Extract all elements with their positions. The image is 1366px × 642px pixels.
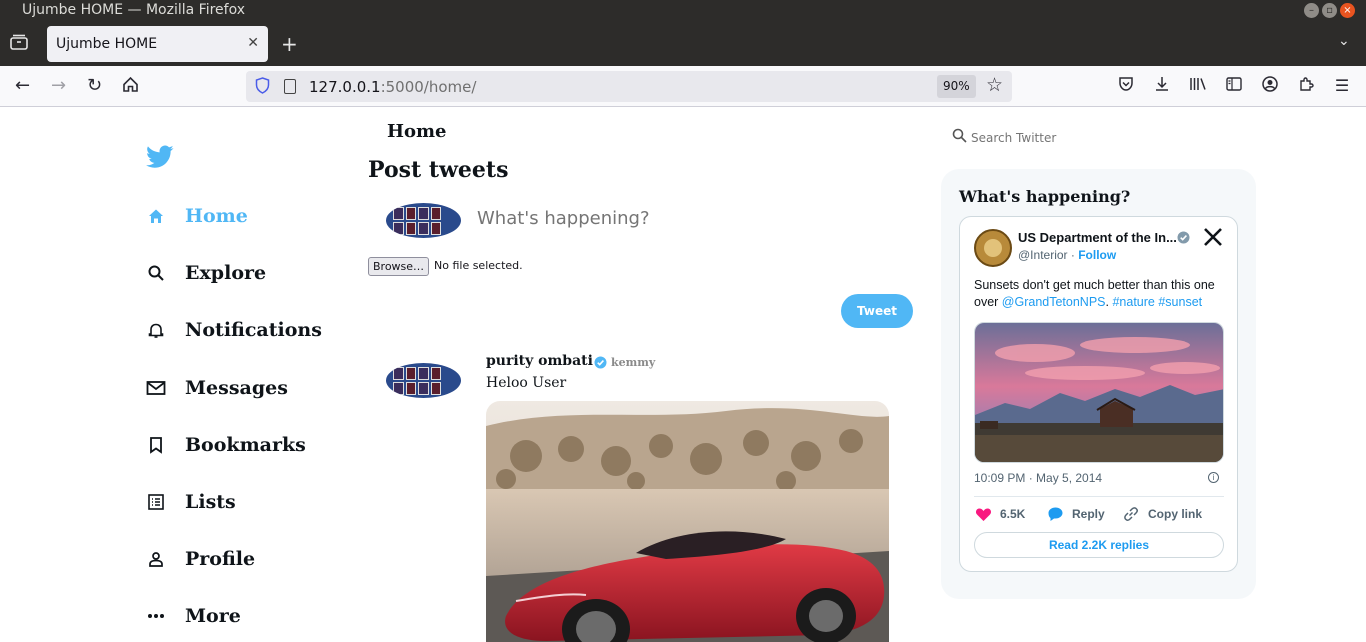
maximize-button[interactable]: ▫	[1322, 3, 1337, 18]
reply-bubble-icon	[1046, 505, 1064, 523]
home-button-icon[interactable]	[122, 76, 139, 98]
info-icon[interactable]: i	[1208, 472, 1219, 483]
sidebar-item-lists[interactable]: Lists	[145, 487, 236, 517]
search-box[interactable]	[952, 128, 1131, 147]
widget-title: What's happening?	[959, 187, 1131, 206]
person-icon	[145, 548, 167, 570]
home-icon	[145, 205, 167, 227]
embed-author-handle: @Interior · Follow	[1018, 248, 1117, 262]
search-icon	[952, 128, 967, 147]
post-author-name[interactable]: purity ombati	[486, 353, 593, 369]
embed-photo[interactable]	[974, 322, 1224, 463]
file-browse-button[interactable]: Browse…	[368, 257, 430, 276]
sidebar-item-label: Bookmarks	[185, 434, 306, 456]
window-titlebar: Ujumbe HOME — Mozilla Firefox – ▫ ×	[0, 0, 1366, 21]
reload-icon[interactable]: ↻	[87, 76, 102, 96]
page-content: Home Explore Notifications Messages Book…	[0, 107, 1366, 642]
post-avatar[interactable]	[386, 363, 461, 398]
like-count: 6.5K	[1000, 507, 1026, 521]
search-input[interactable]	[971, 130, 1131, 145]
trends-widget: What's happening? US Department of the I…	[941, 169, 1256, 599]
sidebar-item-label: Profile	[185, 548, 256, 570]
hashtag-links[interactable]: #nature #sunset	[1112, 295, 1202, 309]
sidebar-toggle-icon[interactable]	[1224, 76, 1244, 96]
menu-icon[interactable]: ☰	[1332, 76, 1352, 96]
sidebar-item-label: Home	[185, 205, 248, 227]
sidebar-item-label: Messages	[185, 377, 288, 399]
avatar[interactable]	[386, 203, 461, 238]
url-text[interactable]: 127.0.0.1:5000/home/	[309, 78, 476, 96]
bell-icon	[145, 319, 167, 341]
embed-divider	[974, 496, 1224, 497]
compose-title: Post tweets	[368, 157, 509, 183]
read-replies-button[interactable]: Read 2.2K replies	[974, 532, 1224, 558]
sidebar-item-explore[interactable]: Explore	[145, 258, 266, 288]
tab-list-icon[interactable]	[10, 34, 30, 54]
post-text: Heloo User	[486, 375, 567, 391]
tab-title: Ujumbe HOME	[56, 36, 158, 52]
sidebar-item-label: More	[185, 605, 241, 627]
close-tab-icon[interactable]: ✕	[247, 35, 259, 51]
follow-link[interactable]: Follow	[1078, 248, 1116, 262]
embed-timestamp[interactable]: 10:09 PM · May 5, 2014	[974, 471, 1102, 485]
sidebar-item-label: Notifications	[185, 319, 322, 341]
new-tab-icon[interactable]: +	[281, 32, 298, 56]
bookmark-icon	[145, 434, 167, 456]
x-logo-icon[interactable]	[1203, 227, 1223, 253]
more-icon	[145, 605, 167, 627]
verified-badge-icon	[594, 354, 607, 369]
account-icon[interactable]	[1260, 76, 1280, 97]
forward-icon[interactable]: →	[51, 76, 66, 96]
back-icon[interactable]: ←	[15, 76, 30, 96]
sidebar-item-more[interactable]: More	[145, 601, 241, 631]
like-button[interactable]: 6.5K	[974, 505, 1025, 523]
sidebar-item-profile[interactable]: Profile	[145, 544, 255, 574]
window-title: Ujumbe HOME — Mozilla Firefox	[22, 2, 245, 18]
embed-tweet-text: Sunsets don't get much better than this …	[974, 278, 1215, 309]
file-status-text: No file selected.	[434, 259, 523, 272]
sidebar-item-label: Explore	[185, 262, 267, 284]
list-icon	[145, 491, 167, 513]
copy-link-label: Copy link	[1148, 507, 1203, 521]
mention-link[interactable]: @GrandTetonNPS	[1002, 295, 1106, 309]
bookmark-star-icon[interactable]: ☆	[986, 74, 1003, 96]
embed-author-name[interactable]: US Department of the In...	[1018, 230, 1177, 245]
minimize-button[interactable]: –	[1304, 3, 1319, 18]
tab-active[interactable]: Ujumbe HOME ✕	[47, 26, 268, 62]
post-author-handle: kemmy	[611, 356, 656, 369]
sidebar-item-notifications[interactable]: Notifications	[145, 315, 322, 345]
page-title: Home	[387, 121, 447, 142]
navigation-toolbar: ← → ↻ 127.0.0.1:5000/home/ 90% ☆ ☰	[0, 66, 1366, 107]
sidebar-item-messages[interactable]: Messages	[145, 373, 288, 403]
extensions-icon[interactable]	[1296, 76, 1316, 97]
zoom-level-badge[interactable]: 90%	[937, 75, 976, 98]
tab-bar: Ujumbe HOME ✕ + ⌄	[0, 21, 1366, 66]
pocket-icon[interactable]	[1116, 76, 1136, 97]
post-image[interactable]	[486, 401, 889, 642]
copy-link-button[interactable]: Copy link	[1122, 505, 1202, 523]
mail-icon	[145, 377, 167, 399]
url-bar[interactable]: 127.0.0.1:5000/home/ 90% ☆	[246, 71, 1012, 102]
embed-avatar[interactable]	[974, 229, 1012, 267]
embedded-tweet[interactable]: US Department of the In... @Interior · F…	[959, 216, 1238, 572]
close-window-button[interactable]: ×	[1340, 3, 1355, 18]
tweet-button[interactable]: Tweet	[841, 294, 913, 328]
verified-badge-icon	[1177, 231, 1190, 244]
download-icon[interactable]	[1152, 76, 1172, 97]
page-info-icon[interactable]	[284, 79, 296, 94]
reply-button[interactable]: Reply	[1046, 505, 1105, 523]
twitter-logo-icon[interactable]	[146, 145, 174, 169]
heart-icon	[974, 505, 992, 523]
sidebar-item-home[interactable]: Home	[145, 201, 248, 231]
library-icon[interactable]	[1188, 76, 1208, 97]
chevron-down-icon[interactable]: ⌄	[1338, 33, 1350, 49]
reply-label: Reply	[1072, 507, 1105, 521]
shield-icon[interactable]	[255, 77, 270, 94]
search-icon	[145, 262, 167, 284]
link-icon	[1122, 505, 1140, 523]
sidebar-item-label: Lists	[185, 491, 236, 513]
sidebar-item-bookmarks[interactable]: Bookmarks	[145, 430, 306, 460]
tweet-compose-input[interactable]	[477, 208, 877, 229]
